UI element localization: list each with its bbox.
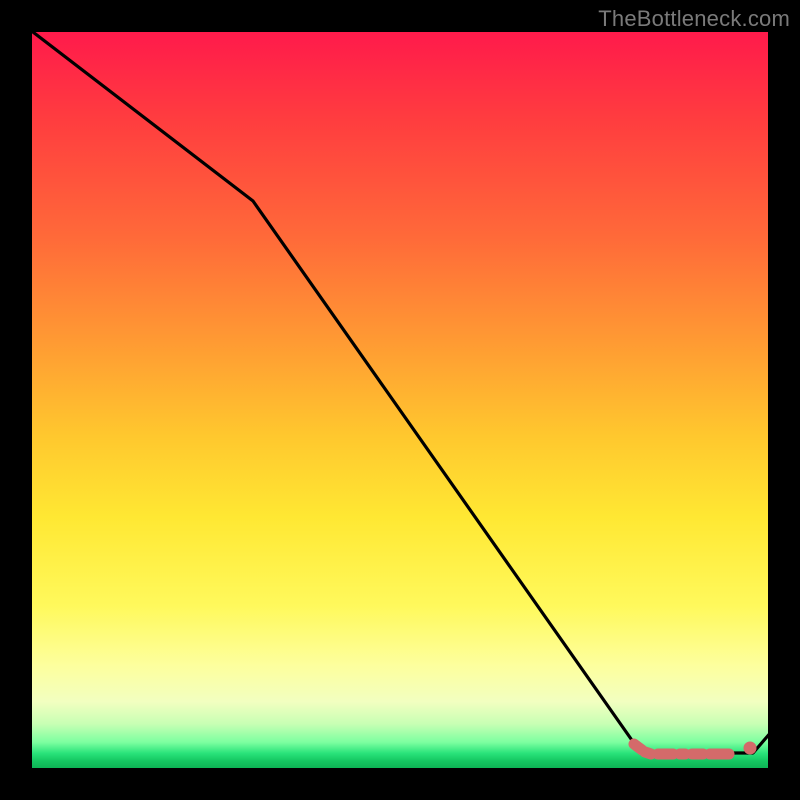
chart-frame: TheBottleneck.com	[0, 0, 800, 800]
series-curve	[29, 29, 772, 753]
marker-end-dot	[744, 742, 757, 755]
watermark-text: TheBottleneck.com	[598, 6, 790, 32]
chart-overlay	[32, 32, 768, 768]
plot-area	[32, 32, 768, 768]
marker-dash-group	[634, 744, 729, 754]
